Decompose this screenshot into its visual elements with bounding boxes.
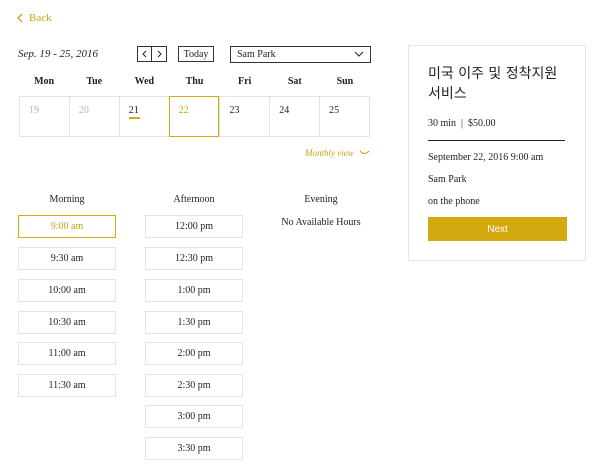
location-type: on the phone — [428, 196, 480, 207]
service-name: 미국 이주 및 정착지원 서비스 — [428, 66, 558, 102]
chevron-left-icon — [17, 13, 23, 23]
staff-select-value: Sam Park — [237, 49, 276, 60]
day-cell-25[interactable]: 25 — [319, 97, 369, 136]
back-link[interactable]: Back — [17, 12, 52, 24]
day-cell-22[interactable]: 22 — [168, 96, 220, 137]
time-slot[interactable]: 2:30 pm — [145, 374, 243, 397]
day-number: 23 — [229, 105, 240, 116]
monthly-view-label: Monthly view — [305, 148, 354, 158]
day-number: 24 — [279, 105, 290, 116]
weekday-label: Thu — [185, 76, 204, 87]
afternoon-title: Afternoon — [173, 194, 215, 205]
weekday-label: Sun — [336, 76, 354, 87]
back-label: Back — [29, 12, 52, 24]
weekday-label: Wed — [134, 76, 155, 87]
time-slot[interactable]: 12:30 pm — [145, 247, 243, 270]
time-slot[interactable]: 9:00 am — [18, 215, 116, 238]
booking-summary-panel: 미국 이주 및 정착지원 서비스 30 min | $50.00 Septemb… — [408, 45, 586, 261]
prev-week-button[interactable] — [137, 46, 152, 62]
selected-staff: Sam Park — [428, 174, 467, 185]
time-slot[interactable]: 1:30 pm — [145, 311, 243, 334]
next-button[interactable]: Next — [428, 217, 567, 241]
chevron-left-icon — [142, 50, 147, 58]
day-number: 21 — [128, 105, 139, 116]
today-button[interactable]: Today — [178, 46, 214, 62]
time-slot[interactable]: 10:00 am — [18, 279, 116, 302]
day-cell-24[interactable]: 24 — [269, 97, 319, 136]
time-slot[interactable]: 3:00 pm — [145, 405, 243, 428]
time-slot[interactable]: 1:00 pm — [145, 279, 243, 302]
no-available-hours: No Available Hours — [281, 217, 361, 228]
time-slot[interactable]: 2:00 pm — [145, 342, 243, 365]
weekday-label: Sat — [287, 76, 302, 87]
chevron-down-icon — [359, 150, 370, 155]
morning-title: Morning — [49, 194, 85, 205]
day-cell-21[interactable]: 21 — [118, 97, 169, 136]
day-cell-19: 19 — [20, 97, 69, 136]
duration-price: 30 min | $50.00 — [428, 118, 496, 129]
time-slot[interactable]: 12:00 pm — [145, 215, 243, 238]
day-cell-23[interactable]: 23 — [219, 97, 269, 136]
weekday-header: Mon Tue Wed Thu Fri Sat Sun — [19, 76, 370, 87]
day-number: 19 — [29, 105, 39, 116]
summary-divider — [428, 140, 565, 141]
staff-select[interactable]: Sam Park — [230, 46, 371, 63]
time-slot[interactable]: 3:30 pm — [145, 437, 243, 460]
selected-datetime: September 22, 2016 9:00 am — [428, 152, 544, 163]
chevron-right-icon — [157, 50, 162, 58]
next-week-button[interactable] — [152, 46, 167, 62]
week-days-row: 19 20 21 22 23 24 25 — [19, 96, 370, 137]
week-nav — [137, 46, 167, 62]
time-slot[interactable]: 9:30 am — [18, 247, 116, 270]
weekday-label: Tue — [86, 76, 103, 87]
time-slot[interactable]: 11:30 am — [18, 374, 116, 397]
today-indicator — [128, 117, 140, 119]
date-range-label: Sep. 19 - 25, 2016 — [18, 48, 99, 60]
day-number: 20 — [78, 105, 89, 116]
evening-title: Evening — [304, 194, 338, 205]
time-slot[interactable]: 11:00 am — [18, 342, 116, 365]
weekday-label: Fri — [237, 76, 252, 87]
monthly-view-toggle[interactable]: Monthly view — [305, 148, 370, 158]
time-slot[interactable]: 10:30 am — [18, 311, 116, 334]
day-number: 22 — [178, 105, 189, 116]
weekday-label: Mon — [34, 76, 55, 87]
day-cell-20: 20 — [68, 97, 119, 136]
chevron-down-icon — [354, 51, 364, 57]
day-number: 25 — [329, 105, 340, 116]
